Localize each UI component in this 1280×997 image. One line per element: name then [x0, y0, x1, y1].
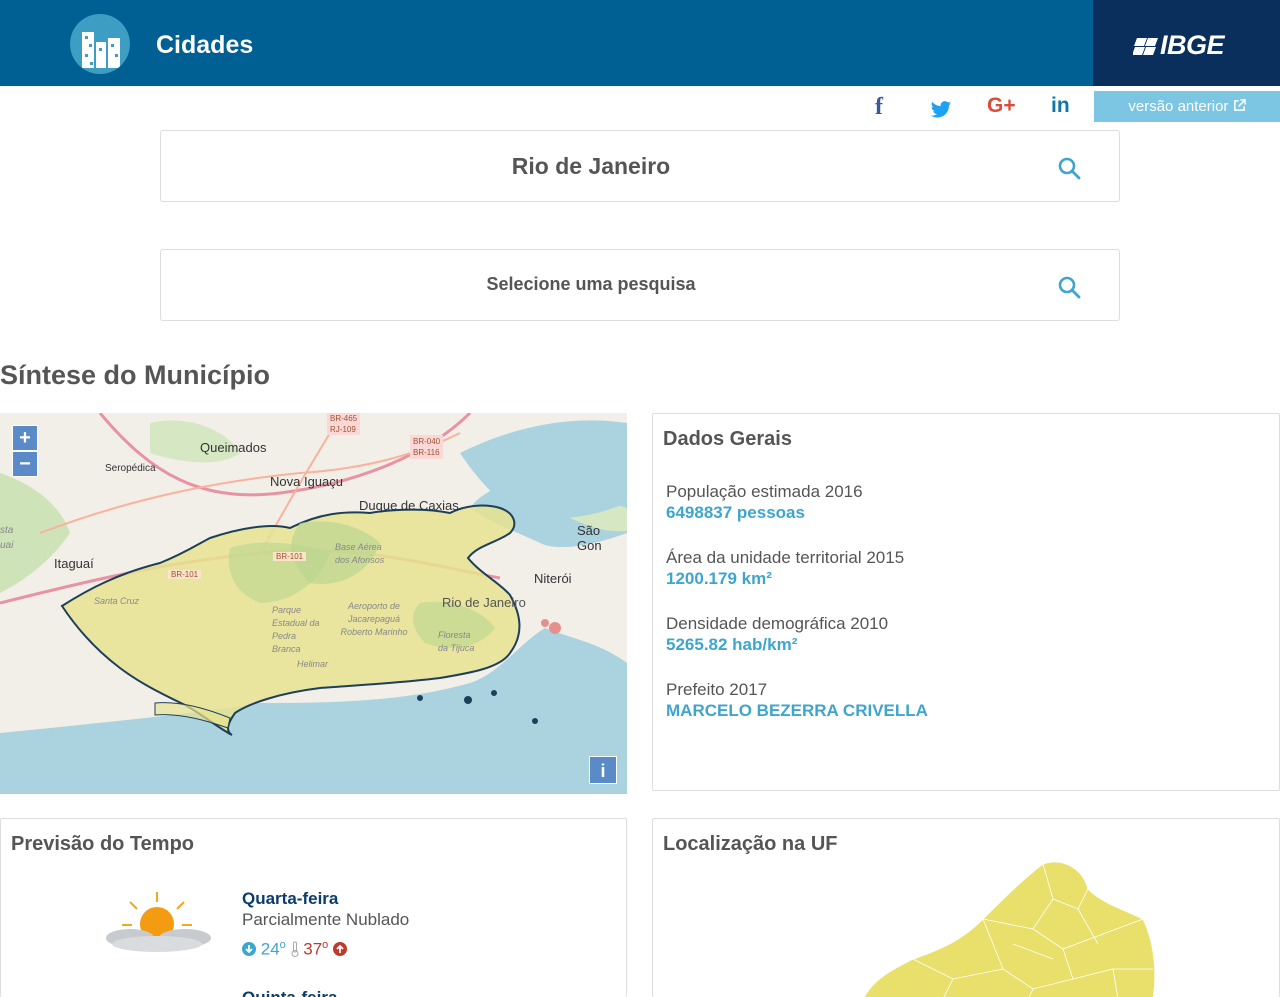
forecast-day-name: Quarta-feira [242, 889, 339, 908]
min-temp: 24 [260, 939, 280, 959]
max-temp-unit: o [322, 939, 329, 951]
ibge-logo-icon [1133, 38, 1158, 55]
map-label: São Gon [577, 523, 602, 553]
twitter-icon[interactable] [930, 97, 952, 123]
ibge-logo-text[interactable]: IBGE [1160, 30, 1225, 61]
map-label: Itaguaí [54, 556, 94, 571]
linkedin-icon[interactable]: in [1051, 94, 1070, 120]
map-label: Parque Estadual da Pedra Branca [272, 605, 320, 654]
zoom-in-button[interactable]: + [12, 425, 38, 451]
map-label: Duque de Caxias [359, 498, 459, 513]
map-label: Floresta da Tijuca [438, 630, 475, 653]
stat-value[interactable]: 6498837 pessoas [666, 503, 805, 523]
thermometer-icon [291, 941, 299, 957]
state-map[interactable] [853, 859, 1213, 997]
stat-label: Prefeito 2017 [666, 680, 768, 699]
map-label: Rio de Janeiro [442, 595, 526, 610]
cidades-logo-icon[interactable] [70, 14, 130, 74]
stat-label: População estimada 2016 [666, 482, 863, 501]
section-title: Síntese do Município [0, 360, 271, 390]
stat-value[interactable]: 1200.179 km² [666, 569, 772, 589]
map-label: Seropédica [105, 463, 156, 474]
dados-gerais-card: Dados Gerais População estimada 2016 649… [652, 413, 1280, 791]
stat-label: Área da unidade territorial 2015 [666, 548, 905, 567]
partly-cloudy-icon [106, 892, 211, 952]
card-title: Previsão do Tempo [11, 833, 195, 855]
card-title: Dados Gerais [663, 428, 792, 450]
map-label: Base Aérea dos Afonsos [335, 542, 385, 565]
map-label: uai [0, 540, 14, 551]
map-label: Aeroporto de Jacarepaguá Roberto Marinho [340, 601, 408, 637]
old-version-label: versão anterior [1128, 98, 1229, 115]
search-icon[interactable] [1057, 275, 1081, 299]
municipality-map[interactable]: Queimados Seropédica Nova Iguaçu Duque d… [0, 413, 627, 794]
zoom-out-button[interactable]: − [12, 451, 38, 477]
city-search-input[interactable]: Rio de Janeiro [161, 153, 1021, 180]
app-title[interactable]: Cidades [156, 31, 253, 60]
map-label: sta [0, 525, 14, 536]
forecast-day-name: Quinta-feira [242, 988, 337, 997]
map-label: Helimar [297, 659, 329, 669]
map-label: Nova Iguaçu [270, 474, 343, 489]
stat-value[interactable]: 5265.82 hab/km² [666, 635, 797, 655]
search-icon[interactable] [1057, 156, 1081, 180]
localizacao-card: Localização na UF [652, 818, 1280, 997]
arrow-down-icon [242, 941, 256, 956]
stat-value[interactable]: MARCELO BEZERRA CRIVELLA [666, 701, 928, 721]
map-label: Santa Cruz [94, 596, 140, 606]
map-label: Queimados [200, 440, 267, 455]
survey-search-box[interactable]: Selecione uma pesquisa [160, 249, 1120, 321]
max-temp: 37 [303, 939, 323, 959]
forecast-temps: 24o 37o [242, 939, 348, 960]
map-road-label: BR-040 BR-116 [410, 435, 444, 459]
city-search-box[interactable]: Rio de Janeiro [160, 130, 1120, 202]
facebook-icon[interactable]: f [875, 94, 883, 120]
map-info-button[interactable]: i [589, 756, 617, 784]
arrow-up-icon [333, 941, 348, 956]
survey-search-input[interactable]: Selecione uma pesquisa [161, 274, 1021, 295]
google-plus-icon[interactable]: G+ [987, 94, 1016, 120]
map-label: Niterói [534, 571, 572, 586]
map-road-label: BR-465 RJ-109 [327, 413, 361, 435]
card-title: Localização na UF [663, 833, 838, 855]
forecast-day-desc: Parcialmente Nublado [242, 910, 410, 929]
external-link-icon [1233, 99, 1246, 111]
stat-label: Densidade demográfica 2010 [666, 614, 889, 633]
map-road-label: BR-101 [273, 552, 307, 561]
old-version-button[interactable]: versão anterior [1094, 91, 1280, 122]
map-road-label: BR-101 [168, 570, 202, 579]
min-temp-unit: o [279, 939, 286, 951]
